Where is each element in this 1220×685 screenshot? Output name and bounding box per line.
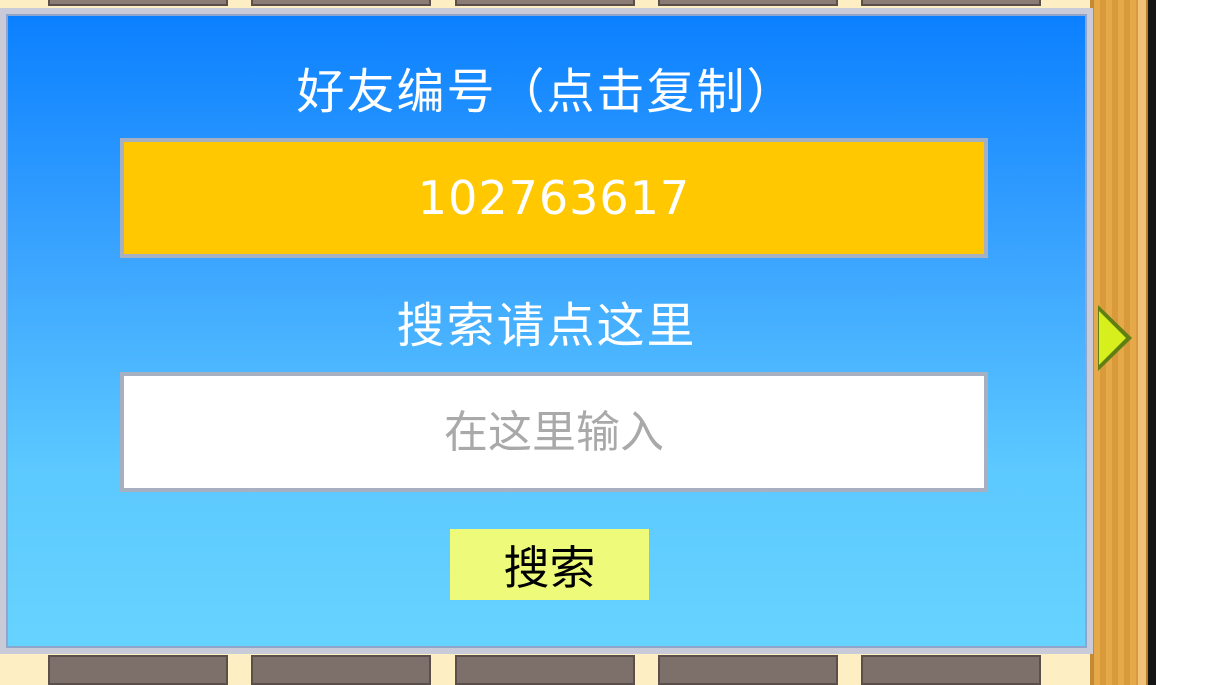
right-frame-edge	[1138, 0, 1148, 685]
top-slot	[455, 0, 635, 6]
friend-id-copy-box[interactable]: 102763617	[120, 138, 988, 258]
top-slot	[251, 0, 431, 6]
search-label: 搜索请点这里	[396, 298, 697, 354]
friend-dialog: 好友编号（点击复制） 102763617 搜索请点这里 搜索	[0, 8, 1093, 654]
top-slot	[48, 0, 228, 6]
top-slot-row	[0, 0, 1100, 6]
friend-search-input[interactable]	[120, 372, 988, 492]
bottom-slot-row	[0, 655, 1100, 685]
friend-id-title: 好友编号（点击复制）	[296, 64, 797, 120]
bottom-slot	[455, 655, 635, 685]
search-button[interactable]: 搜索	[450, 529, 649, 600]
top-slot	[658, 0, 838, 6]
arrow-right-icon[interactable]	[1098, 305, 1132, 371]
bottom-slot	[658, 655, 838, 685]
bottom-slot	[861, 655, 1041, 685]
top-slot	[861, 0, 1041, 6]
right-dark-strip	[1148, 0, 1156, 685]
bottom-slot	[251, 655, 431, 685]
bottom-slot	[48, 655, 228, 685]
